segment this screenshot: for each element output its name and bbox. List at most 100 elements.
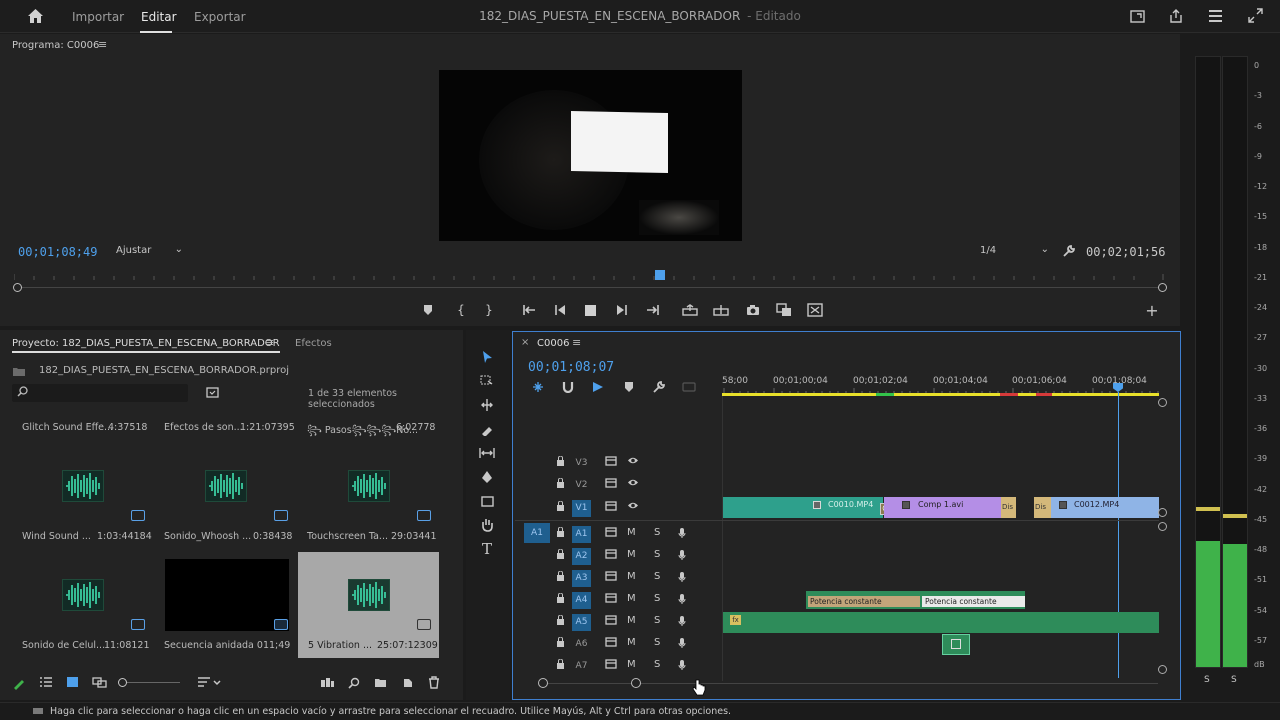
lock-icon[interactable]	[556, 593, 565, 603]
camera-icon[interactable]	[745, 302, 761, 318]
type-tool-icon[interactable]: T	[478, 540, 496, 558]
track-label[interactable]: V1	[572, 500, 591, 517]
eye-icon[interactable]	[627, 456, 639, 465]
sync-lock-icon[interactable]	[605, 615, 617, 625]
project-item[interactable]: Touchscreen Ta... 29:03441	[300, 445, 440, 555]
add-button-icon[interactable]: +	[1144, 301, 1160, 320]
solo-right-button[interactable]: S	[1231, 675, 1237, 685]
zoom-handle-right[interactable]	[1158, 283, 1167, 292]
sync-lock-icon[interactable]	[605, 593, 617, 603]
timeline-ruler[interactable]: 58;00 00;01;00;04 00;01;02;04 00;01;04;0…	[722, 364, 1162, 394]
mark-in-icon[interactable]: {	[453, 302, 469, 318]
clip-c0012[interactable]: C0012.MP4	[1051, 497, 1159, 518]
microphone-icon[interactable]	[678, 637, 686, 649]
trash-icon[interactable]	[428, 676, 440, 689]
track-label[interactable]: A5	[572, 614, 591, 631]
rectangle-tool-icon[interactable]	[478, 492, 496, 510]
insert-icon[interactable]	[776, 302, 792, 318]
sync-lock-icon[interactable]	[605, 637, 617, 647]
audio-clip-a5[interactable]: fx	[723, 612, 1159, 633]
tab-sequence[interactable]: C0006	[537, 338, 569, 349]
close-tab-icon[interactable]: ×	[521, 337, 529, 348]
menu-icon[interactable]	[1208, 9, 1223, 23]
transition-dissolve[interactable]: Dis	[1034, 497, 1051, 518]
audio-clip-a6[interactable]	[942, 634, 970, 655]
captions-icon[interactable]	[682, 382, 696, 392]
sequence-menu-icon[interactable]: ≡	[572, 336, 581, 349]
microphone-icon[interactable]	[678, 527, 686, 539]
lift-icon[interactable]	[682, 302, 698, 318]
video-preview[interactable]	[439, 70, 742, 241]
sort-icon[interactable]	[197, 677, 221, 688]
mute-button[interactable]: M	[627, 593, 636, 604]
share-icon[interactable]	[1168, 8, 1184, 24]
zoom-handle-left[interactable]	[13, 283, 22, 292]
microphone-icon[interactable]	[678, 571, 686, 583]
step-forward-icon[interactable]	[614, 302, 630, 318]
sync-lock-icon[interactable]	[605, 527, 617, 537]
overwrite-icon[interactable]	[807, 302, 823, 318]
hand-tool-icon[interactable]	[478, 516, 496, 534]
nest-icon[interactable]	[532, 381, 544, 393]
clip-video[interactable]: C0010.MP4	[723, 497, 883, 518]
freeform-view-icon[interactable]	[92, 677, 107, 688]
sequence-timecode[interactable]: 00;01;08;07	[528, 360, 614, 375]
sync-lock-icon[interactable]	[605, 456, 617, 466]
track-label[interactable]: A4	[572, 592, 591, 609]
pen-tool-icon[interactable]	[478, 468, 496, 486]
new-bin-icon[interactable]	[206, 387, 219, 398]
track-label[interactable]: A1	[572, 526, 591, 543]
item-name[interactable]: Glitch Sound Effe...	[22, 422, 113, 433]
solo-button[interactable]: S	[654, 659, 660, 670]
hscroll-handle-left[interactable]	[538, 678, 548, 688]
new-item-icon[interactable]	[402, 676, 414, 688]
resolution-dropdown[interactable]: 1/4 ⌄	[977, 244, 1051, 260]
razor-tool-icon[interactable]	[478, 420, 496, 438]
marker-icon[interactable]	[420, 302, 436, 318]
eye-icon[interactable]	[627, 501, 639, 510]
solo-button[interactable]: S	[654, 615, 660, 626]
clip-comp[interactable]: Comp 1.avi	[884, 497, 1002, 518]
track-select-tool-icon[interactable]	[478, 372, 496, 390]
add-marker-icon[interactable]	[624, 381, 634, 393]
step-back-icon[interactable]	[552, 302, 568, 318]
sync-lock-icon[interactable]	[605, 571, 617, 581]
fullscreen-icon[interactable]	[1248, 8, 1263, 23]
automate-sequence-icon[interactable]	[320, 677, 335, 688]
mute-button[interactable]: M	[627, 571, 636, 582]
vscroll-handle[interactable]	[1158, 398, 1167, 407]
vscroll-handle[interactable]	[1158, 665, 1167, 674]
lock-icon[interactable]	[556, 527, 565, 537]
playhead-timecode[interactable]: 00;01;08;49	[18, 245, 97, 259]
sync-lock-icon[interactable]	[605, 478, 617, 488]
lock-icon[interactable]	[556, 549, 565, 559]
lock-icon[interactable]	[556, 478, 565, 488]
lock-icon[interactable]	[556, 456, 565, 466]
track-label[interactable]: A2	[572, 548, 591, 565]
mute-button[interactable]: M	[627, 615, 636, 626]
tab-effects[interactable]: Efectos	[295, 338, 332, 349]
list-view-icon[interactable]	[39, 677, 53, 688]
zoom-slider[interactable]	[118, 678, 180, 687]
solo-button[interactable]: S	[654, 571, 660, 582]
microphone-icon[interactable]	[678, 615, 686, 627]
mute-button[interactable]: M	[627, 659, 636, 670]
fit-dropdown[interactable]: Ajustar ⌄	[113, 244, 185, 260]
hscroll-handle-right[interactable]	[631, 678, 641, 688]
monitor-time-ruler[interactable]	[14, 270, 1164, 282]
lock-icon[interactable]	[556, 659, 565, 669]
sync-lock-icon[interactable]	[605, 659, 617, 669]
microphone-icon[interactable]	[678, 659, 686, 671]
project-item[interactable]: Wind Sound ... 1:03:44184	[14, 445, 154, 555]
transition-dissolve[interactable]: Dis	[1001, 497, 1016, 518]
timeline-settings-icon[interactable]	[652, 380, 666, 394]
search-input[interactable]	[12, 384, 188, 402]
snap-icon[interactable]	[562, 381, 574, 393]
pencil-icon[interactable]	[12, 676, 26, 690]
vscroll-handle[interactable]	[1158, 508, 1167, 517]
icon-view-icon[interactable]	[67, 677, 78, 687]
go-to-out-icon[interactable]	[645, 302, 661, 318]
find-icon[interactable]	[348, 677, 360, 689]
vscroll-handle[interactable]	[1158, 522, 1167, 531]
project-item[interactable]: Sonido de Celul... 11:08121	[14, 557, 154, 667]
